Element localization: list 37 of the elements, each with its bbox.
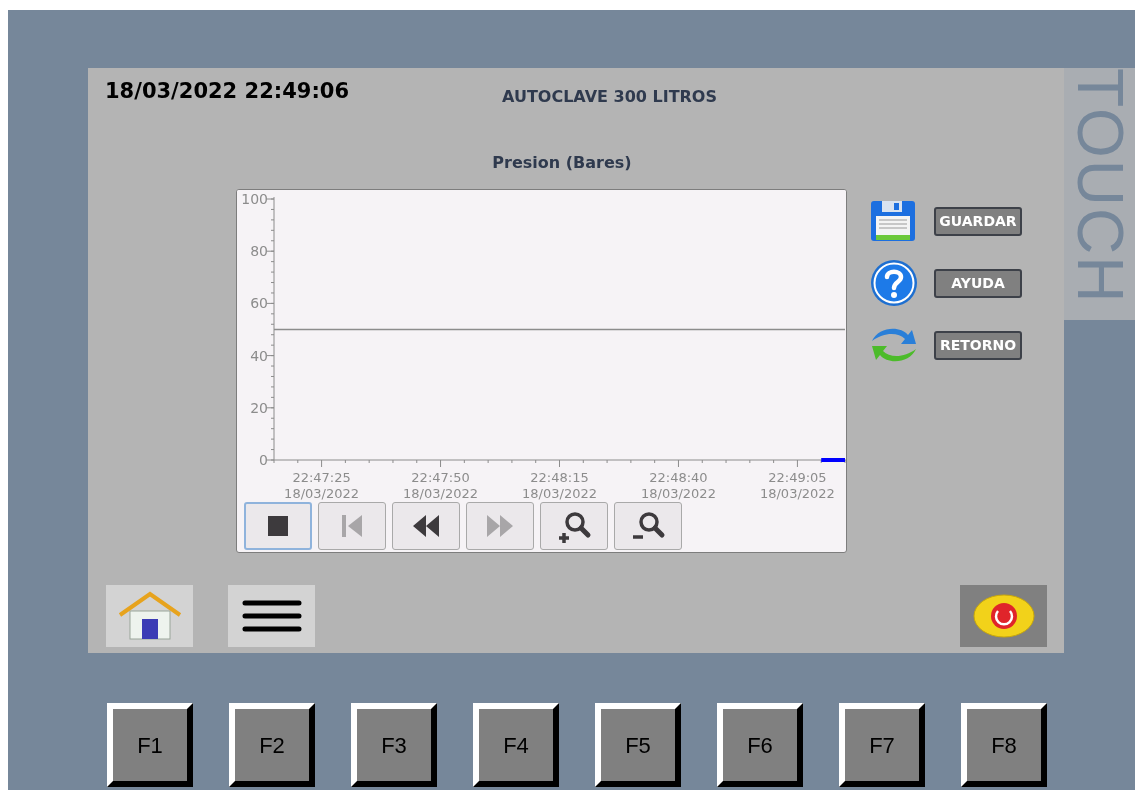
help-button[interactable]: AYUDA: [934, 268, 1022, 298]
pressure-line: [821, 458, 845, 462]
zoom-out-button[interactable]: [614, 502, 682, 550]
emergency-stop-button[interactable]: [960, 585, 1047, 647]
function-key[interactable]: F1: [107, 703, 193, 787]
function-key[interactable]: F7: [839, 703, 925, 787]
y-tick-label: 100: [241, 191, 268, 207]
zoom-in-button[interactable]: [540, 502, 608, 550]
help-icon: [870, 259, 918, 307]
x-tick-label: 22:47:50 18/03/2022: [403, 470, 478, 500]
y-tick-label: 40: [250, 347, 268, 364]
y-tick-label: 20: [250, 399, 268, 416]
function-key[interactable]: F6: [717, 703, 803, 787]
x-tick-label: 22:47:25 18/03/2022: [284, 470, 360, 500]
stop-button[interactable]: [244, 502, 312, 550]
chart-title: Presion (Bares): [491, 152, 633, 174]
back-button[interactable]: [392, 502, 460, 550]
menu-icon: [240, 599, 303, 633]
emergency-stop-icon: [972, 594, 1035, 638]
y-tick-label: 0: [259, 452, 268, 468]
y-tick-label: 80: [250, 243, 268, 260]
x-tick-label: 22:48:40 18/03/2022: [641, 470, 716, 500]
y-tick-label: 60: [250, 295, 268, 312]
home-button[interactable]: [106, 585, 193, 647]
function-key[interactable]: F2: [229, 703, 315, 787]
screen-title: AUTOCLAVE 300 LITROS: [502, 86, 717, 108]
function-key[interactable]: F8: [961, 703, 1047, 787]
refresh-button[interactable]: RETORNO: [934, 330, 1022, 360]
function-key[interactable]: F4: [473, 703, 559, 787]
home-icon: [116, 591, 183, 641]
save-button[interactable]: GUARDAR: [934, 206, 1022, 236]
x-tick-label: 22:48:15 18/03/2022: [522, 470, 597, 500]
function-key[interactable]: F5: [595, 703, 681, 787]
menu-button[interactable]: [228, 585, 315, 647]
date-time: 18/03/2022 22:49:06: [104, 78, 350, 105]
x-tick-label: 22:49:05 18/03/2022: [759, 470, 835, 500]
function-key[interactable]: F3: [351, 703, 437, 787]
